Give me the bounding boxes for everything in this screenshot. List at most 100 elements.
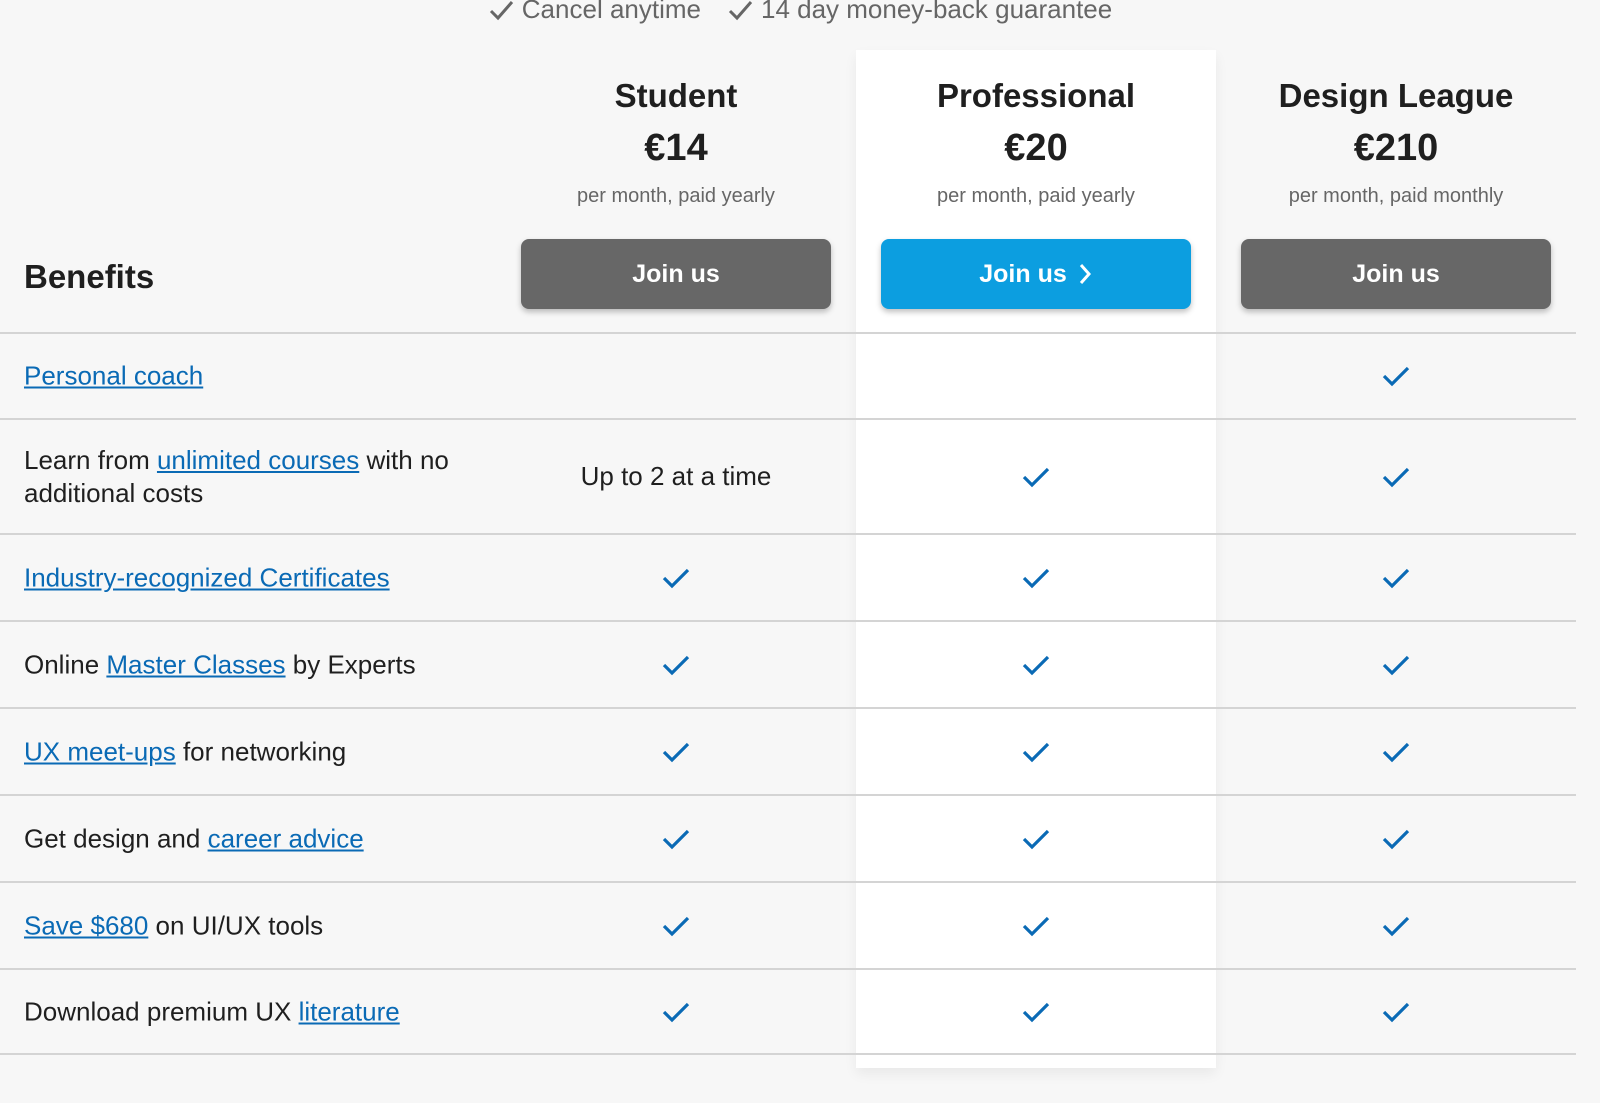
- join-student-button[interactable]: Join us: [521, 239, 831, 309]
- join-professional-button[interactable]: Join us: [881, 239, 1191, 309]
- check-icon: [1382, 1002, 1410, 1022]
- benefit-link[interactable]: Personal coach: [24, 361, 203, 391]
- join-button-label: Join us: [1352, 259, 1440, 288]
- plan-value-cell: [511, 535, 841, 620]
- benefit-link[interactable]: UX meet-ups: [24, 736, 176, 766]
- check-icon: [1382, 568, 1410, 588]
- guarantee-label: Cancel anytime: [521, 0, 701, 24]
- benefit-label: Get design and career advice: [24, 822, 474, 855]
- join-design-league-button[interactable]: Join us: [1241, 239, 1551, 309]
- check-icon: [662, 916, 690, 936]
- plan-header-design-league: Design League €210 per month, paid month…: [1231, 76, 1561, 210]
- benefits-heading: Benefits: [24, 258, 155, 295]
- plan-header-professional: Professional €20 per month, paid yearly: [871, 76, 1201, 210]
- plan-value-cell: [871, 796, 1201, 881]
- benefit-link[interactable]: Save $680: [24, 910, 148, 940]
- plan-value-cell: [1231, 334, 1561, 418]
- plan-value-cell: [511, 883, 841, 968]
- benefit-label: Download premium UX literature: [24, 995, 474, 1028]
- plan-value-cell: [1231, 420, 1561, 533]
- plan-period: per month, paid monthly: [1288, 185, 1504, 207]
- join-button-label: Join us: [632, 259, 720, 288]
- plan-name: Student: [614, 77, 738, 114]
- plan-value-cell: Up to 2 at a time: [511, 420, 841, 533]
- benefit-text: Get design and: [24, 823, 208, 853]
- plan-value-cell: [511, 334, 841, 418]
- benefit-text: Download premium UX: [24, 996, 299, 1026]
- benefit-link[interactable]: career advice: [208, 823, 364, 853]
- plan-value-cell: [1231, 970, 1561, 1053]
- plan-price: €210: [1353, 127, 1439, 169]
- plan-price: €14: [644, 127, 708, 169]
- benefit-text: by Experts: [285, 649, 416, 679]
- plan-value-cell: [511, 709, 841, 794]
- benefit-text: Online: [24, 649, 107, 679]
- check-icon: [662, 655, 690, 675]
- plan-value-cell: [871, 883, 1201, 968]
- plan-name: Design League: [1278, 77, 1514, 114]
- benefit-label: Learn from unlimited courses with no add…: [24, 444, 474, 510]
- benefit-row: Download premium UX literature: [0, 968, 1576, 1055]
- check-icon: [1382, 829, 1410, 849]
- check-icon: [1382, 655, 1410, 675]
- check-icon: [489, 0, 513, 20]
- plan-value-cell: [871, 622, 1201, 707]
- plan-value-cell: [1231, 535, 1561, 620]
- check-icon: [1382, 467, 1410, 487]
- check-icon: [1022, 742, 1050, 762]
- benefit-text: for networking: [175, 736, 347, 766]
- check-icon: [1382, 366, 1410, 387]
- plan-value-cell: [1231, 796, 1561, 881]
- guarantee-list: Cancel anytime 14 day money-back guarant…: [0, 0, 1600, 25]
- plan-name: Professional: [936, 77, 1136, 114]
- benefit-link[interactable]: unlimited courses: [157, 445, 359, 475]
- benefit-link[interactable]: literature: [299, 996, 400, 1026]
- check-icon: [1022, 655, 1050, 675]
- benefit-row: Industry-recognized Certificates: [0, 533, 1576, 620]
- chevron-right-icon: [1079, 264, 1091, 284]
- plan-value-cell: [1231, 709, 1561, 794]
- benefit-row: Personal coach: [0, 332, 1576, 418]
- benefit-label: UX meet-ups for networking: [24, 735, 474, 768]
- plan-period: per month, paid yearly: [937, 185, 1135, 207]
- plan-value-cell: [1231, 883, 1561, 968]
- plan-value-cell: [871, 420, 1201, 533]
- benefit-row: UX meet-ups for networking: [0, 707, 1576, 794]
- guarantee-money-back: 14 day money-back guarantee: [727, 0, 1112, 25]
- benefit-label: Personal coach: [24, 360, 474, 393]
- guarantee-label: 14 day money-back guarantee: [760, 0, 1113, 24]
- plan-period: per month, paid yearly: [577, 185, 775, 207]
- benefit-row: Online Master Classes by Experts: [0, 620, 1576, 707]
- plan-value-cell: [511, 970, 841, 1053]
- benefit-link[interactable]: Master Classes: [106, 649, 285, 679]
- benefit-label: Save $680 on UI/UX tools: [24, 909, 474, 942]
- plan-value-cell: [1231, 622, 1561, 707]
- plan-value-cell: [871, 709, 1201, 794]
- benefit-text: Learn from: [24, 444, 157, 475]
- plan-header-student: Student €14 per month, paid yearly: [511, 76, 841, 210]
- check-icon: [662, 742, 690, 762]
- plan-value-cell: [511, 796, 841, 881]
- check-icon: [662, 829, 690, 849]
- plan-value-cell: [871, 334, 1201, 418]
- check-icon: [1382, 916, 1410, 936]
- check-icon: [728, 0, 753, 20]
- check-icon: [662, 568, 690, 588]
- benefit-row: Learn from unlimited courses with no add…: [0, 418, 1576, 533]
- check-icon: [1022, 568, 1050, 588]
- plan-price: €20: [1004, 127, 1068, 169]
- plan-value-cell: [871, 970, 1201, 1053]
- benefit-row: Save $680 on UI/UX tools: [0, 881, 1576, 968]
- benefit-link[interactable]: Industry-recognized Certificates: [24, 562, 390, 592]
- benefit-label: Online Master Classes by Experts: [24, 648, 474, 681]
- benefits-table: Personal coach Learn from unlimited cours…: [0, 332, 1576, 1055]
- pricing-page: Cancel anytime 14 day money-back guarant…: [0, 0, 1600, 1103]
- check-icon: [1022, 829, 1050, 849]
- check-icon: [1022, 467, 1050, 487]
- benefit-label: Industry-recognized Certificates: [24, 561, 474, 594]
- check-icon: [1022, 916, 1050, 936]
- check-icon: [662, 1002, 690, 1022]
- join-button-label: Join us: [979, 259, 1067, 288]
- check-icon: [1022, 1002, 1050, 1022]
- benefit-text: on UI/UX tools: [148, 910, 324, 940]
